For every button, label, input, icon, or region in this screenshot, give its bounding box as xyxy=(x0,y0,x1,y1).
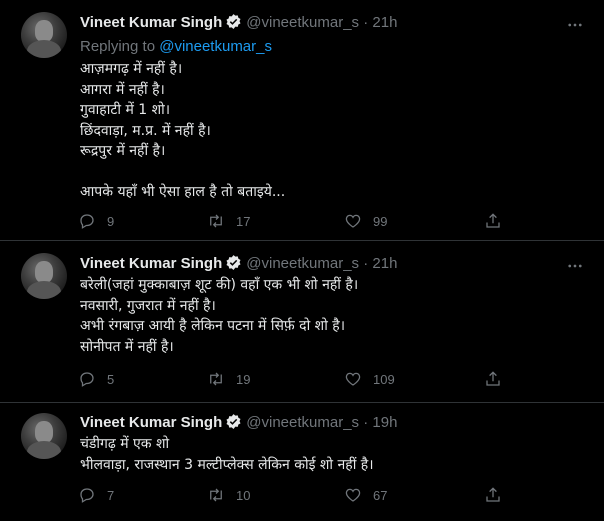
retweet-button[interactable]: 19 xyxy=(207,369,250,389)
reply-icon xyxy=(80,214,94,229)
verified-badge-icon xyxy=(226,414,241,429)
heart-icon xyxy=(345,214,361,228)
retweet-count: 19 xyxy=(236,371,251,387)
tweet-actions: 5 19 109 xyxy=(78,369,508,389)
share-icon xyxy=(486,213,500,228)
author-name[interactable]: Vineet Kumar Singh xyxy=(80,414,222,431)
retweet-count: 17 xyxy=(236,213,251,229)
retweet-icon xyxy=(210,214,222,228)
like-count: 67 xyxy=(373,487,388,503)
separator-dot: · xyxy=(363,414,369,431)
retweet-button[interactable]: 17 xyxy=(207,211,250,231)
timestamp[interactable]: 19h xyxy=(372,414,397,431)
author-handle[interactable]: @vineetkumar_s xyxy=(246,255,359,272)
avatar[interactable] xyxy=(21,253,67,299)
tweet-line: रूद्रपुर में नहीं है। xyxy=(80,143,166,159)
reply-count: 5 xyxy=(107,371,115,387)
reply-button[interactable]: 5 xyxy=(78,369,114,389)
tweet[interactable]: Vineet Kumar Singh @vineetkumar_s · 19h च… xyxy=(0,403,604,521)
reply-icon xyxy=(80,488,94,503)
share-button[interactable] xyxy=(484,369,502,389)
avatar[interactable] xyxy=(21,413,67,459)
verified-badge-icon xyxy=(226,255,241,270)
replying-mention-link[interactable]: @vineetkumar_s xyxy=(159,38,272,55)
heart-icon xyxy=(345,372,361,386)
tweet-text: बरेली(जहां मुक्काबाज़ शूट की) वहाँ एक भी… xyxy=(80,275,580,357)
share-icon xyxy=(486,487,500,502)
replying-to: Replying to @vineetkumar_s xyxy=(80,37,272,57)
tweet-line: आज़मगढ़ में नहीं है। xyxy=(80,61,183,77)
tweet-header: Vineet Kumar Singh @vineetkumar_s · 19h xyxy=(80,413,397,433)
timestamp[interactable]: 21h xyxy=(372,255,397,272)
tweet-text: आज़मगढ़ में नहीं है। आगरा में नहीं है। ग… xyxy=(80,59,580,203)
verified-badge-icon xyxy=(226,14,241,29)
author-handle[interactable]: @vineetkumar_s xyxy=(246,14,359,31)
reply-icon xyxy=(80,372,94,387)
tweet-line: छिंदवाड़ा, म.प्र. में नहीं है। xyxy=(80,122,211,139)
reply-count: 7 xyxy=(107,487,115,503)
tweet-actions: 7 10 67 xyxy=(78,485,508,505)
timestamp[interactable]: 21h xyxy=(372,14,397,31)
tweet-line: गुवाहाटी में 1 शो। xyxy=(80,102,171,118)
tweet-line: अभी रंगबाज़ आयी है लेकिन पटना में सिर्फ़… xyxy=(80,318,346,334)
like-button[interactable]: 67 xyxy=(344,485,387,505)
author-name[interactable]: Vineet Kumar Singh xyxy=(80,255,222,272)
replying-prefix: Replying to xyxy=(80,38,160,55)
tweet-line: चंडीगढ़ में एक शो xyxy=(80,436,170,452)
retweet-count: 10 xyxy=(236,487,251,503)
more-icon[interactable] xyxy=(566,257,584,275)
author-name[interactable]: Vineet Kumar Singh xyxy=(80,14,222,31)
reply-button[interactable]: 7 xyxy=(78,485,114,505)
tweet-line: आगरा में नहीं है। xyxy=(80,81,165,98)
avatar[interactable] xyxy=(21,12,67,58)
retweet-button[interactable]: 10 xyxy=(207,485,250,505)
tweet[interactable]: Vineet Kumar Singh @vineetkumar_s · 21h ब… xyxy=(0,241,604,405)
tweet-actions: 9 17 99 xyxy=(78,211,508,231)
tweet-header: Vineet Kumar Singh @vineetkumar_s · 21h xyxy=(80,13,397,33)
retweet-icon xyxy=(210,372,222,386)
separator-dot: · xyxy=(363,14,369,31)
share-button[interactable] xyxy=(484,211,502,231)
reply-button[interactable]: 9 xyxy=(78,211,114,231)
heart-icon xyxy=(345,488,361,502)
author-handle[interactable]: @vineetkumar_s xyxy=(246,414,359,431)
separator-dot: · xyxy=(363,255,369,272)
tweet-header: Vineet Kumar Singh @vineetkumar_s · 21h xyxy=(80,254,397,274)
tweet-line: आपके यहाँ भी ऐसा हाल है तो बताइये... xyxy=(80,184,286,200)
tweet-text: चंडीगढ़ में एक शो भीलवाड़ा, राजस्थान 3 म… xyxy=(80,434,580,475)
retweet-icon xyxy=(210,488,222,502)
tweet-line: बरेली(जहां मुक्काबाज़ शूट की) वहाँ एक भी… xyxy=(80,277,359,293)
like-button[interactable]: 109 xyxy=(344,369,395,389)
tweet[interactable]: Vineet Kumar Singh @vineetkumar_s · 21h R… xyxy=(0,0,604,240)
like-button[interactable]: 99 xyxy=(344,211,387,231)
like-count: 109 xyxy=(373,371,395,387)
share-icon xyxy=(486,371,500,386)
tweet-line: नवसारी, गुजरात में नहीं है। xyxy=(80,297,216,314)
share-button[interactable] xyxy=(484,485,502,505)
more-icon[interactable] xyxy=(566,16,584,34)
reply-count: 9 xyxy=(107,213,115,229)
tweet-line: सोनीपत में नहीं है। xyxy=(80,338,174,355)
like-count: 99 xyxy=(373,213,388,229)
tweet-line: भीलवाड़ा, राजस्थान 3 मल्टीप्लेक्स लेकिन … xyxy=(80,456,374,473)
